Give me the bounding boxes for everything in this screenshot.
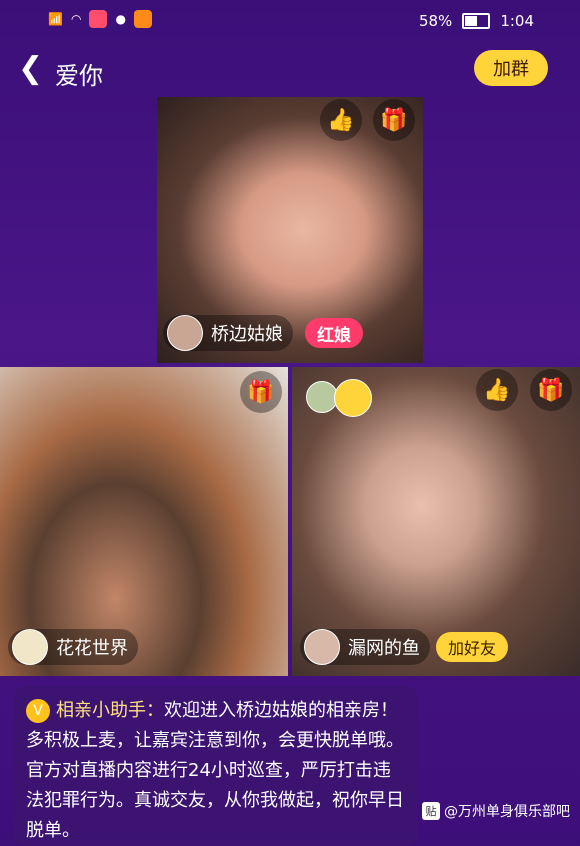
battery-percent: 58% (418, 12, 453, 30)
watermark-text: @万州单身俱乐部吧 (444, 804, 570, 820)
matchmaker-badge: 红娘 (305, 318, 363, 348)
qq-icon: ● (115, 12, 126, 26)
tieba-icon: 贴 (422, 802, 440, 820)
app-notification-icon (89, 10, 108, 28)
app-notification-icon-2 (133, 10, 152, 28)
guest-video-tile-right[interactable]: 👍 🎁 漏网的鱼 加好友 (292, 367, 580, 676)
guest-name-pill-right[interactable]: 漏网的鱼 (300, 629, 430, 665)
wifi-icon: ◠ (70, 12, 82, 26)
crown-avatar[interactable] (334, 379, 372, 417)
verified-icon: V (26, 699, 50, 723)
gift-icon[interactable]: 🎁 (240, 371, 282, 413)
watermark: 贴 @万州单身俱乐部吧 (422, 801, 570, 821)
header: ❮ 爱你 加群 (0, 44, 580, 94)
host-video-tile[interactable]: 👍 🎁 桥边姑娘 红娘 (157, 97, 423, 363)
guest-video-tile-left[interactable]: 🎁 花花世界 (0, 367, 288, 676)
clock: 1:04 (500, 12, 534, 30)
guest-name-pill-left[interactable]: 花花世界 (8, 629, 138, 665)
avatar (304, 629, 340, 665)
host-name: 桥边姑娘 (211, 324, 283, 345)
guest-name-left: 花花世界 (56, 638, 128, 659)
signal-icon: 📶 (48, 12, 63, 26)
room-title: 爱你 (55, 62, 103, 90)
host-name-pill[interactable]: 桥边姑娘 (163, 315, 293, 351)
thumbs-up-icon[interactable]: 👍 (476, 369, 518, 411)
gift-icon[interactable]: 🎁 (373, 99, 415, 141)
avatar (12, 629, 48, 665)
gift-icon[interactable]: 🎁 (530, 369, 572, 411)
avatar (167, 315, 203, 351)
chat-text: 欢迎进入桥边姑娘的相亲房！多积极上麦，让嘉宾注意到你，会更快脱单哦。官方对直播内… (26, 700, 404, 841)
battery-icon (462, 13, 491, 29)
chat-message: V 相亲小助手：欢迎进入桥边姑娘的相亲房！多积极上麦，让嘉宾注意到你，会更快脱单哦… (14, 686, 418, 846)
guest-name-right: 漏网的鱼 (348, 638, 420, 659)
add-friend-button[interactable]: 加好友 (436, 632, 509, 662)
thumbs-up-icon[interactable]: 👍 (320, 99, 362, 141)
status-bar: 📶 ◠ ● 58% 1:04 (0, 0, 580, 44)
join-group-button[interactable]: 加群 (474, 50, 548, 86)
back-icon[interactable]: ❮ (18, 54, 43, 84)
chat-sender: 相亲小助手： (56, 700, 164, 721)
